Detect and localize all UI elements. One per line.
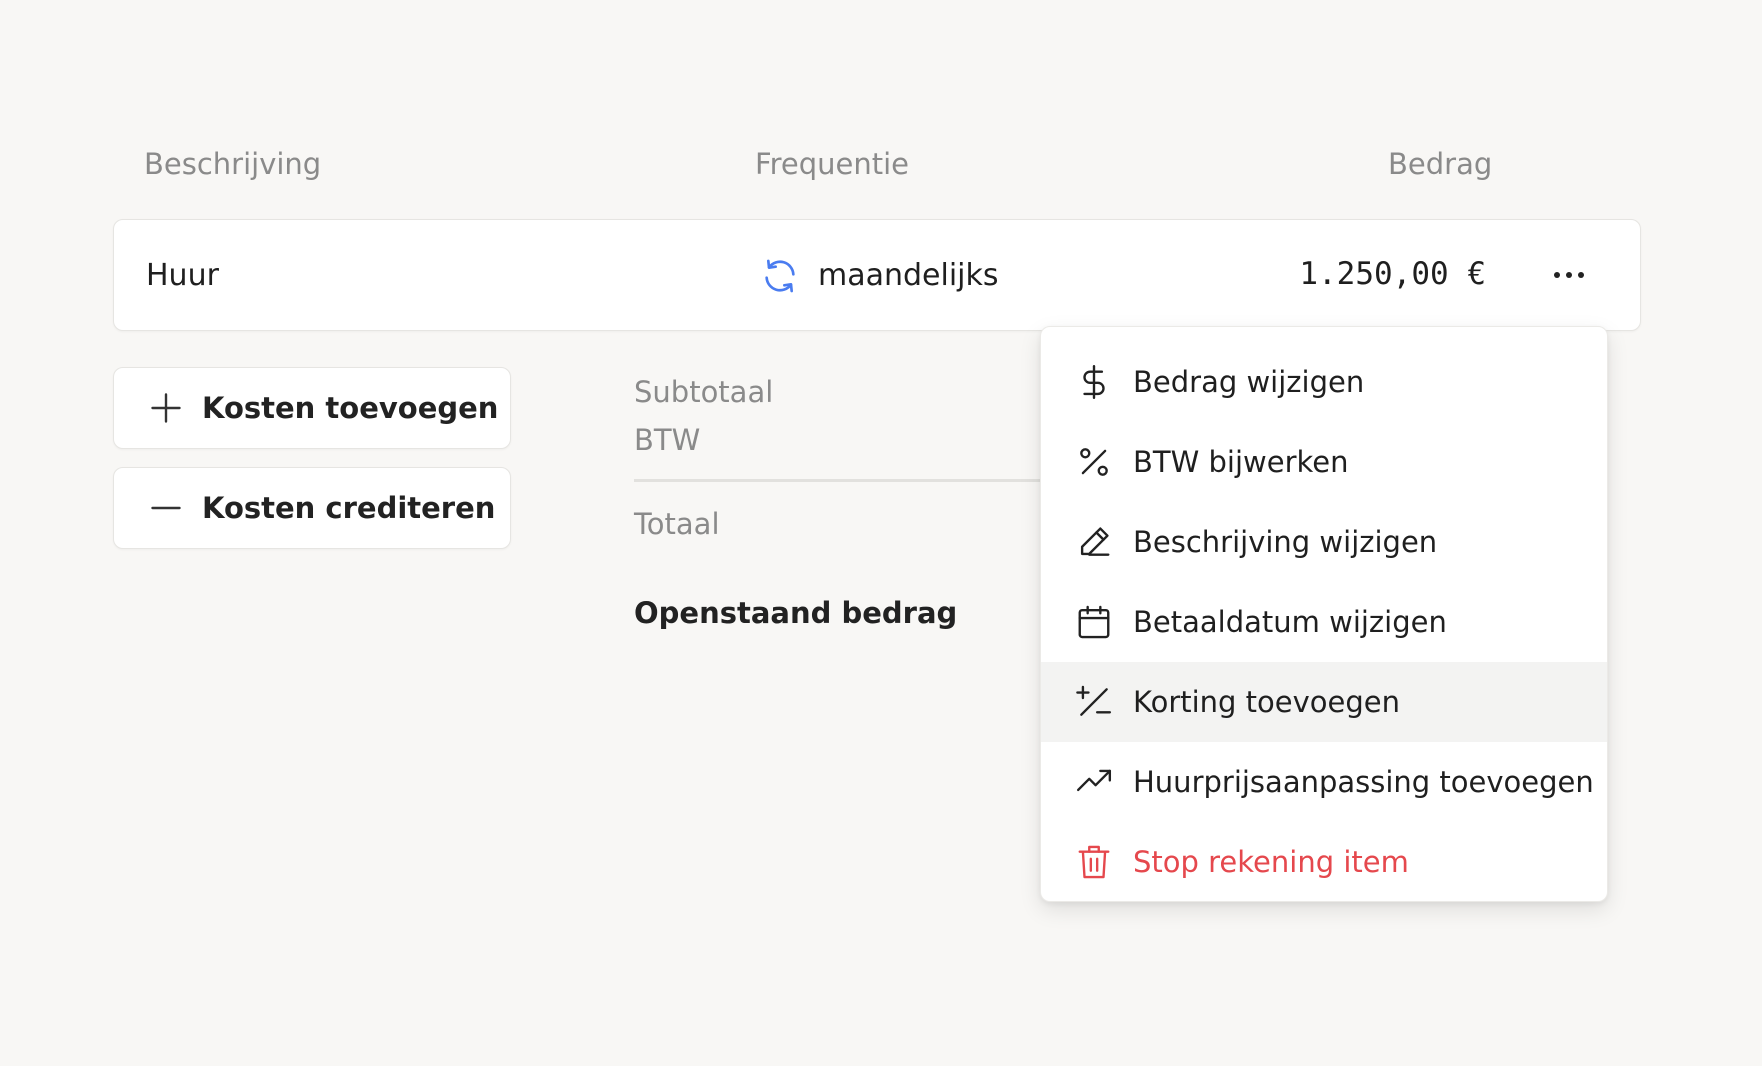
trending-up-icon	[1076, 769, 1112, 792]
refresh-icon	[765, 259, 795, 293]
discount-icon	[1076, 685, 1112, 716]
cost-row: Huur maandelijks 1.250,00 €	[113, 219, 1641, 331]
menu-item-label: Stop rekening item	[1133, 845, 1409, 879]
menu-item-label: Huurprijsaanpassing toevoegen	[1133, 765, 1594, 799]
column-header-amount: Bedrag	[1388, 147, 1493, 181]
minus-icon	[151, 506, 181, 510]
subtotal-label: Subtotaal	[634, 375, 774, 409]
plus-icon	[151, 393, 181, 423]
invoice-costs-page: Beschrijving Frequentie Bedrag Huur maan…	[0, 0, 1762, 1066]
menu-item-stop-invoice-item[interactable]: Stop rekening item	[1041, 822, 1607, 902]
menu-item-add-discount[interactable]: Korting toevoegen	[1041, 662, 1607, 742]
menu-item-label: Bedrag wijzigen	[1133, 365, 1365, 399]
menu-item-add-rent-adjustment[interactable]: Huurprijsaanpassing toevoegen	[1041, 742, 1607, 822]
menu-item-change-description[interactable]: Beschrijving wijzigen	[1041, 502, 1607, 582]
credit-costs-label: Kosten crediteren	[202, 491, 496, 525]
row-actions-menu: Bedrag wijzigen BTW bijwerken Beschrijvi…	[1040, 326, 1608, 902]
menu-item-label: Beschrijving wijzigen	[1133, 525, 1438, 559]
frequency-label: maandelijks	[818, 258, 999, 293]
percent-icon	[1080, 448, 1108, 476]
menu-item-change-amount[interactable]: Bedrag wijzigen	[1041, 342, 1607, 422]
credit-costs-button[interactable]: Kosten crediteren	[113, 467, 511, 549]
row-more-button[interactable]	[1544, 252, 1594, 298]
column-header-frequency: Frequentie	[755, 147, 909, 181]
add-costs-label: Kosten toevoegen	[202, 391, 499, 425]
cost-row-frequency: maandelijks	[760, 256, 999, 296]
menu-item-label: BTW bijwerken	[1133, 445, 1349, 479]
menu-item-update-vat[interactable]: BTW bijwerken	[1041, 422, 1607, 502]
trash-icon	[1078, 845, 1110, 879]
outstanding-amount-label: Openstaand bedrag	[634, 596, 958, 630]
menu-item-change-payment-date[interactable]: Betaaldatum wijzigen	[1041, 582, 1607, 662]
total-label: Totaal	[634, 507, 720, 541]
more-horizontal-icon	[1554, 272, 1584, 278]
vat-label: BTW	[634, 423, 701, 457]
cost-row-amount: 1.250,00 €	[1299, 256, 1486, 292]
column-header-description: Beschrijving	[144, 147, 322, 181]
cost-row-description: Huur	[146, 258, 219, 293]
dollar-icon	[1083, 364, 1105, 400]
calendar-icon	[1078, 605, 1110, 639]
add-costs-button[interactable]: Kosten toevoegen	[113, 367, 511, 449]
menu-item-label: Korting toevoegen	[1133, 685, 1401, 719]
summary-divider	[634, 479, 1054, 482]
pencil-icon	[1080, 527, 1110, 556]
menu-item-label: Betaaldatum wijzigen	[1133, 605, 1447, 639]
